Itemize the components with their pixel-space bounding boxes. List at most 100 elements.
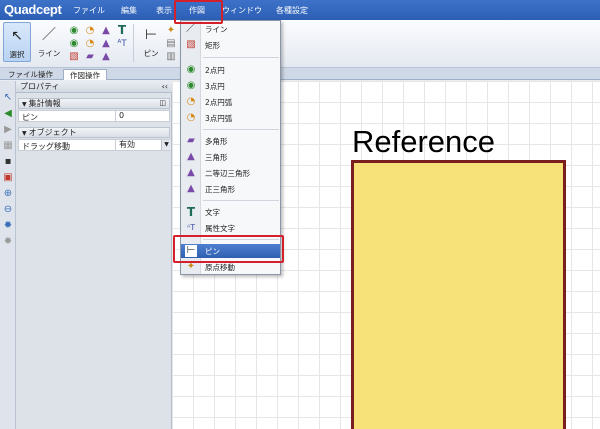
menu-file[interactable]: ファイル — [73, 5, 105, 16]
isosceles-triangle-icon[interactable]: ▲ — [100, 39, 112, 49]
ribbon: ↖ 選択 ／ ライン ◉ ◔ ▲ T ◉ ◔ ▲ ᴬT ▧ ▰ ▲ ⊢ ピン ✦… — [0, 20, 600, 68]
arc-3pt-icon[interactable]: ◔ — [84, 39, 96, 49]
menu-settings[interactable]: 各種設定 — [276, 5, 308, 16]
property-row-drag: ドラッグ移動 有効 ▼ — [18, 139, 171, 151]
drag-value: 有効 — [119, 140, 135, 149]
equilateral-triangle-icon: ▲ — [187, 183, 195, 194]
zoom-area-icon[interactable]: ▣ — [2, 172, 14, 184]
arc-2pt-icon: ◔ — [186, 96, 196, 107]
circle-2pt-icon: ◉ — [186, 64, 196, 75]
menu-window[interactable]: ウィンドウ — [222, 5, 262, 16]
menu-item-rectangle[interactable]: ▧ 矩形 — [181, 38, 280, 52]
menu-item-label: 3点円 — [205, 82, 225, 91]
pin-label: ピン — [143, 49, 159, 58]
tab-file-ops[interactable]: ファイル操作 — [2, 69, 59, 80]
menu-item-text[interactable]: T 文字 — [181, 205, 280, 219]
menu-bar: Quadcept ファイル 編集 表示 作図 ウィンドウ 各種設定 — [0, 0, 600, 20]
pin-button[interactable]: ⊢ ピン — [137, 22, 165, 62]
attribute-text-icon[interactable]: ᴬT — [116, 39, 128, 49]
forward-arrow-icon[interactable]: ▶ — [2, 124, 14, 136]
zoom-out-icon[interactable]: ⊖ — [2, 204, 14, 216]
circle-3pt-icon[interactable]: ◉ — [68, 39, 80, 49]
rectangle-icon: ▧ — [186, 39, 196, 50]
menu-item-equilateral-triangle[interactable]: ▲ 正三角形 — [181, 182, 280, 196]
menu-item-arc-2pt[interactable]: ◔ 2点円弧 — [181, 95, 280, 109]
menu-item-label: 属性文字 — [205, 224, 235, 233]
menu-item-label: 文字 — [205, 208, 220, 217]
properties-panel: プロパティ ‹‹ ▼ 集計情報 ◫ ピン 0 ▼ オブジェクト ドラッグ移動 有効 … — [16, 81, 172, 429]
section-object-label: オブジェクト — [28, 128, 77, 137]
menu-item-polygon[interactable]: ▰ 多角形 — [181, 134, 280, 148]
line-button[interactable]: ／ ライン — [34, 22, 64, 62]
property-value-drag[interactable]: 有効 ▼ — [115, 140, 171, 150]
select-button[interactable]: ↖ 選択 — [3, 22, 31, 62]
menu-item-attribute-text[interactable]: ᴬT 属性文字 — [181, 221, 280, 235]
text-icon[interactable]: T — [116, 24, 128, 36]
menu-item-label: 2点円弧 — [205, 98, 233, 107]
menu-item-circle-3pt[interactable]: ◉ 3点円 — [181, 79, 280, 93]
left-toolstrip: ↖ ◀ ▶ ▦ ▪ ▣ ⊕ ⊖ ✹ ✹ — [0, 81, 16, 429]
equilateral-triangle-icon[interactable]: ▲ — [100, 52, 112, 62]
menu-separator — [203, 57, 279, 58]
menu-item-label: 多角形 — [205, 137, 228, 146]
triangle-icon[interactable]: ▲ — [100, 26, 112, 36]
property-key-drag: ドラッグ移動 — [22, 142, 70, 151]
menu-item-label: 正三角形 — [205, 185, 235, 194]
ribbon-tabs: ファイル操作 作図操作 — [0, 68, 600, 80]
back-arrow-icon[interactable]: ◀ — [2, 108, 14, 120]
select-label: 選択 — [9, 50, 25, 59]
arc-icon[interactable]: ◔ — [84, 26, 96, 36]
menu-item-label: 三角形 — [205, 153, 228, 162]
arc-3pt-icon: ◔ — [186, 112, 196, 123]
menu-item-label: 3点円弧 — [205, 114, 233, 123]
line-icon: ／ — [186, 23, 196, 34]
reference-rectangle[interactable] — [351, 160, 566, 429]
polygon-icon: ▰ — [187, 135, 195, 146]
circle-3pt-icon: ◉ — [186, 80, 196, 91]
options-icon[interactable]: ◫ — [159, 99, 166, 108]
menu-item-label: ライン — [205, 25, 228, 34]
menu-view[interactable]: 表示 — [156, 5, 172, 16]
reference-label[interactable]: Reference — [352, 124, 495, 160]
pin-item-highlight — [173, 235, 284, 263]
property-value-pin[interactable]: 0 — [115, 111, 171, 121]
section-summary-label: 集計情報 — [28, 99, 61, 108]
collapse-icon[interactable]: ‹‹ — [162, 81, 168, 93]
grid-icon[interactable]: ▦ — [2, 140, 14, 152]
settings-gear-icon[interactable]: ✹ — [2, 220, 14, 232]
menu-item-line[interactable]: ／ ライン — [181, 22, 280, 36]
chevron-down-icon[interactable]: ▼ — [161, 140, 171, 150]
tab-draw-ops[interactable]: 作図操作 — [63, 69, 107, 80]
menu-edit[interactable]: 編集 — [121, 5, 137, 16]
tool-icon-2[interactable]: ▥ — [165, 52, 177, 62]
cursor-icon: ↖ — [11, 28, 23, 44]
menu-item-triangle[interactable]: ▲ 三角形 — [181, 150, 280, 164]
menu-separator — [203, 129, 279, 130]
section-summary[interactable]: ▼ 集計情報 ◫ — [18, 98, 170, 109]
origin-move-icon[interactable]: ✦ — [165, 26, 177, 36]
collapse-triangle-icon: ▼ — [22, 130, 27, 137]
pin-icon: ⊢ — [144, 27, 158, 43]
panel-title-label: プロパティ — [20, 82, 60, 91]
menu-item-circle-2pt[interactable]: ◉ 2点円 — [181, 63, 280, 77]
section-object[interactable]: ▼ オブジェクト — [18, 127, 170, 138]
save-icon[interactable]: ▪ — [2, 156, 14, 168]
circle-icon[interactable]: ◉ — [68, 26, 80, 36]
select-tool-icon[interactable]: ↖ — [2, 92, 14, 104]
menu-item-label: 原点移動 — [205, 263, 235, 272]
polygon-icon[interactable]: ▰ — [84, 52, 96, 62]
gear-icon[interactable]: ✹ — [2, 236, 14, 248]
property-row-pin: ピン 0 — [18, 110, 170, 122]
triangle-icon: ▲ — [187, 151, 195, 162]
rectangle-icon[interactable]: ▧ — [68, 52, 80, 62]
zoom-in-icon[interactable]: ⊕ — [2, 188, 14, 200]
menu-item-isosceles-triangle[interactable]: ▲ 二等辺三角形 — [181, 166, 280, 180]
panel-title: プロパティ ‹‹ — [16, 81, 172, 93]
collapse-triangle-icon: ▼ — [22, 101, 27, 108]
tool-icon[interactable]: ▤ — [165, 39, 177, 49]
attribute-text-icon: ᴬT — [186, 223, 196, 232]
menu-item-label: 矩形 — [205, 41, 220, 50]
menu-draw-highlight — [174, 0, 223, 24]
menu-item-label: 二等辺三角形 — [205, 169, 250, 178]
menu-item-arc-3pt[interactable]: ◔ 3点円弧 — [181, 111, 280, 125]
